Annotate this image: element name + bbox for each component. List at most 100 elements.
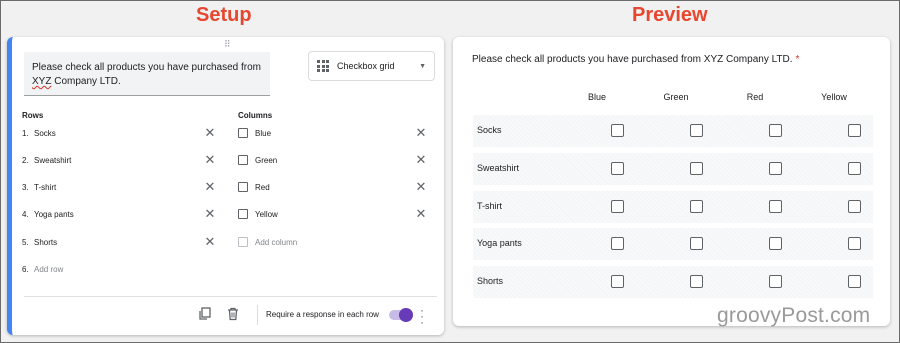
remove-column-icon[interactable]: ✕ — [415, 153, 427, 166]
preview-question-card: Please check all products you have purch… — [453, 37, 890, 326]
grid-checkbox[interactable] — [769, 237, 782, 250]
footer-divider — [24, 296, 437, 297]
grid-checkbox[interactable] — [690, 275, 703, 288]
required-asterisk: * — [795, 54, 800, 65]
row-option[interactable]: 2. Sweatshirt — [22, 153, 222, 167]
grid-checkbox[interactable] — [848, 200, 861, 213]
grid-checkbox[interactable] — [690, 200, 703, 213]
column-option[interactable]: Blue — [238, 126, 271, 140]
checkbox-icon — [238, 182, 248, 192]
column-option[interactable]: Yellow — [238, 207, 278, 221]
grid-checkbox[interactable] — [690, 162, 703, 175]
checkbox-icon — [238, 237, 248, 247]
row-number: 6. — [22, 264, 29, 274]
question-text-line1: Please check all products you have purch… — [32, 62, 262, 73]
remove-row-icon[interactable]: ✕ — [204, 126, 216, 139]
question-type-dropdown[interactable]: Checkbox grid ▼ — [308, 51, 435, 81]
grid-checkbox[interactable] — [611, 275, 624, 288]
row-option[interactable]: 5. Shorts — [22, 235, 222, 249]
delete-icon[interactable] — [226, 307, 240, 321]
grid-checkbox[interactable] — [611, 124, 624, 137]
preview-grid-row: Shorts — [473, 266, 873, 298]
grid-checkbox[interactable] — [611, 200, 624, 213]
preview-grid-row: Yoga pants — [473, 228, 873, 260]
drag-handle-icon[interactable]: ⠿ — [224, 39, 232, 50]
remove-row-icon[interactable]: ✕ — [204, 235, 216, 248]
grid-checkbox[interactable] — [769, 124, 782, 137]
remove-row-icon[interactable]: ✕ — [204, 180, 216, 193]
checkbox-icon — [238, 128, 248, 138]
grid-checkbox[interactable] — [848, 275, 861, 288]
row-label[interactable]: Socks — [34, 129, 56, 138]
require-response-toggle[interactable] — [389, 308, 413, 322]
preview-question-text: Please check all products you have purch… — [472, 54, 793, 65]
question-text-line2: Company LTD. — [51, 76, 121, 87]
question-text-misspelled: XYZ — [32, 76, 52, 87]
column-label[interactable]: Blue — [255, 129, 271, 138]
grid-checkbox[interactable] — [769, 162, 782, 175]
grid-checkbox[interactable] — [690, 237, 703, 250]
question-type-label: Checkbox grid — [337, 61, 395, 71]
row-option[interactable]: 3. T-shirt — [22, 180, 222, 194]
row-number: 1. — [22, 128, 29, 138]
row-label[interactable]: T-shirt — [34, 183, 56, 192]
duplicate-icon[interactable] — [198, 307, 212, 321]
remove-row-icon[interactable]: ✕ — [204, 207, 216, 220]
grid-checkbox[interactable] — [690, 124, 703, 137]
preview-column-header: Yellow — [821, 92, 847, 102]
toggle-knob — [399, 308, 413, 322]
grid-checkbox[interactable] — [848, 237, 861, 250]
checkbox-icon — [238, 209, 248, 219]
preview-row-label: Sweatshirt — [477, 163, 520, 173]
row-label[interactable]: Shorts — [34, 238, 57, 247]
add-row-option[interactable]: 6. Add row — [22, 262, 222, 276]
setup-question-card[interactable]: ⠿ Please check all products you have pur… — [7, 37, 444, 335]
preview-row-label: Shorts — [477, 276, 504, 286]
footer-separator — [257, 305, 258, 325]
remove-column-icon[interactable]: ✕ — [415, 126, 427, 139]
require-response-label: Require a response in each row — [266, 310, 379, 319]
row-number: 4. — [22, 209, 29, 219]
add-column-label[interactable]: Add column — [255, 238, 297, 247]
row-label[interactable]: Yoga pants — [34, 210, 74, 219]
grid-checkbox[interactable] — [848, 124, 861, 137]
column-option[interactable]: Green — [238, 153, 277, 167]
column-label[interactable]: Yellow — [255, 210, 278, 219]
columns-header: Columns — [238, 111, 273, 120]
question-title-field[interactable]: Please check all products you have purch… — [24, 52, 270, 96]
column-option[interactable]: Red — [238, 180, 270, 194]
row-number: 5. — [22, 237, 29, 247]
preview-row-label: T-shirt — [477, 201, 503, 211]
checkbox-icon — [238, 155, 248, 165]
preview-heading: Preview — [632, 4, 708, 26]
row-option[interactable]: 1. Socks — [22, 126, 222, 140]
dropdown-caret-icon: ▼ — [419, 62, 426, 70]
row-number: 2. — [22, 155, 29, 165]
preview-grid-row: Sweatshirt — [473, 153, 873, 185]
grid-checkbox[interactable] — [769, 275, 782, 288]
grid-checkbox[interactable] — [769, 200, 782, 213]
preview-question-title: Please check all products you have purch… — [472, 54, 799, 65]
more-vert-icon[interactable]: · · · — [419, 304, 425, 328]
row-label[interactable]: Sweatshirt — [34, 156, 71, 165]
preview-row-label: Yoga pants — [477, 238, 522, 248]
setup-heading: Setup — [196, 4, 252, 26]
grid-checkbox[interactable] — [611, 162, 624, 175]
preview-grid-row: Socks — [473, 115, 873, 147]
grid-checkbox[interactable] — [848, 162, 861, 175]
preview-grid-row: T-shirt — [473, 191, 873, 223]
preview-row-label: Socks — [477, 125, 502, 135]
grid-checkbox[interactable] — [611, 237, 624, 250]
remove-row-icon[interactable]: ✕ — [204, 153, 216, 166]
watermark: groovyPost.com — [717, 304, 871, 327]
checkbox-grid-icon — [317, 60, 329, 72]
remove-column-icon[interactable]: ✕ — [415, 180, 427, 193]
preview-column-header: Red — [746, 92, 764, 102]
remove-column-icon[interactable]: ✕ — [415, 207, 427, 220]
add-column-option[interactable]: Add column — [238, 235, 297, 249]
add-row-label[interactable]: Add row — [34, 265, 63, 274]
preview-column-header: Blue — [587, 92, 606, 102]
column-label[interactable]: Green — [255, 156, 277, 165]
row-option[interactable]: 4. Yoga pants — [22, 207, 222, 221]
column-label[interactable]: Red — [255, 183, 270, 192]
